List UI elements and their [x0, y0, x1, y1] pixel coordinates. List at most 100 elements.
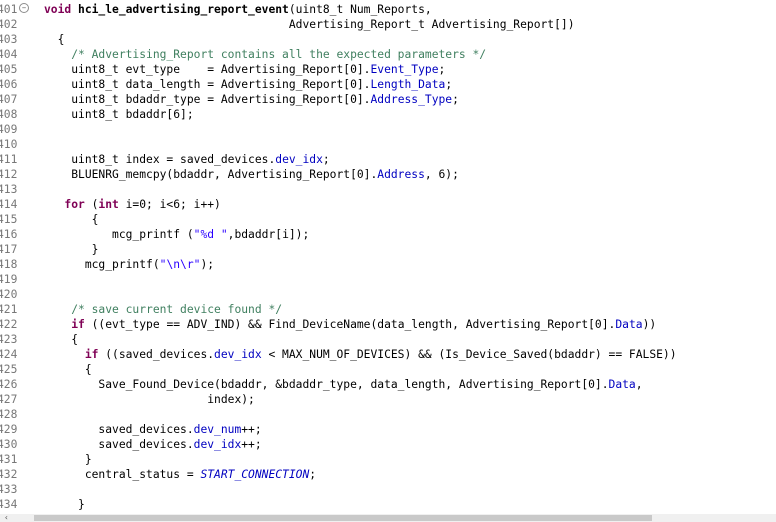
scroll-left-icon[interactable]: ‹ — [4, 514, 18, 522]
code-token: )) — [642, 318, 657, 331]
line-number: 428 — [0, 408, 18, 421]
code-line[interactable]: 411 uint8_t index = saved_devices.dev_id… — [0, 152, 776, 167]
code-text: uint8_t evt_type = Advertising_Report[0]… — [44, 62, 445, 77]
code-line[interactable]: 415 { — [0, 212, 776, 227]
code-line[interactable]: 425 { — [0, 362, 776, 377]
field-token: dev_idx — [193, 438, 242, 451]
code-token: Advertising_Report_t Advertising_Report[… — [288, 18, 575, 31]
code-line[interactable]: 404 /* Advertising_Report contains all t… — [0, 47, 776, 62]
code-text: BLUENRG_memcpy(bdaddr, Advertising_Repor… — [44, 167, 459, 182]
code-text: Save_Found_Device(bdaddr, &bdaddr_type, … — [44, 377, 643, 392]
code-token: (uint8_t Num_Reports, — [288, 3, 432, 16]
comment-token: /* save current device found */ — [71, 303, 283, 316]
code-line[interactable]: 434 } — [0, 497, 776, 512]
code-line[interactable]: 421 /* save current device found */ — [0, 302, 776, 317]
code-token: ,bdaddr[i]); — [227, 228, 310, 241]
code-token: , — [635, 378, 643, 391]
code-token: } — [84, 453, 92, 466]
code-text: { — [44, 212, 99, 227]
code-line[interactable]: 409 — [0, 122, 776, 137]
code-line[interactable]: 430 saved_devices.dev_idx++; — [0, 437, 776, 452]
code-token: uint8_t bdaddr[6]; — [71, 108, 194, 121]
code-line[interactable]: 408 uint8_t bdaddr[6]; — [0, 107, 776, 122]
line-number: 407 — [0, 93, 18, 106]
code-line[interactable]: 413 — [0, 182, 776, 197]
code-line[interactable]: 412 BLUENRG_memcpy(bdaddr, Advertising_R… — [0, 167, 776, 182]
code-line[interactable]: 420 — [0, 287, 776, 302]
code-line[interactable]: 406 uint8_t data_length = Advertising_Re… — [0, 77, 776, 92]
keyword-token: for — [64, 198, 85, 211]
code-line[interactable]: 424 if ((saved_devices.dev_idx < MAX_NUM… — [0, 347, 776, 362]
code-line[interactable]: 410 — [0, 137, 776, 152]
code-line[interactable]: 429 saved_devices.dev_num++; — [0, 422, 776, 437]
code-token: saved_devices. — [98, 438, 194, 451]
code-token: ++; — [241, 438, 262, 451]
code-line[interactable]: 432 central_status = START_CONNECTION; — [0, 467, 776, 482]
line-number: 415 — [0, 213, 18, 226]
horizontal-scrollbar[interactable]: ‹ — [0, 514, 776, 522]
code-token: mcg_printf ( — [112, 228, 194, 241]
code-line[interactable]: 422 if ((evt_type == ADV_IND) && Find_De… — [0, 317, 776, 332]
code-line[interactable]: 419 — [0, 272, 776, 287]
code-line[interactable]: 427 index); — [0, 392, 776, 407]
code-token: uint8_t index = saved_devices. — [71, 153, 276, 166]
code-token: uint8_t evt_type = Advertising_Report[0]… — [71, 63, 371, 76]
keyword-token: if — [71, 318, 85, 331]
line-number: 430 — [0, 438, 18, 451]
code-token: Save_Found_Device(bdaddr, &bdaddr_type, … — [98, 378, 609, 391]
field-token: dev_num — [193, 423, 242, 436]
code-line[interactable]: 417 } — [0, 242, 776, 257]
code-text: /* Advertising_Report contains all the e… — [44, 47, 486, 62]
code-text: saved_devices.dev_num++; — [44, 422, 261, 437]
code-token: index); — [207, 393, 255, 406]
code-line[interactable]: 402 Advertising_Report_t Advertising_Rep… — [0, 17, 776, 32]
field-token: dev_idx — [214, 348, 262, 361]
line-number: 414 — [0, 198, 18, 211]
code-line[interactable]: 414 for (int i=0; i<6; i++) — [0, 197, 776, 212]
code-text: if ((saved_devices.dev_idx < MAX_NUM_OF_… — [44, 347, 677, 362]
line-number: 434 — [0, 498, 18, 511]
line-number: 404 — [0, 48, 18, 61]
code-line[interactable]: 423 { — [0, 332, 776, 347]
scrollbar-thumb[interactable] — [34, 515, 652, 521]
code-token: ; — [309, 468, 317, 481]
code-line[interactable]: 416 mcg_printf ("%d ",bdaddr[i]); — [0, 227, 776, 242]
fold-collapse-icon[interactable]: − — [19, 3, 29, 13]
line-number: 425 — [0, 363, 18, 376]
field-token: dev_idx — [275, 153, 323, 166]
code-line[interactable]: 426 Save_Found_Device(bdaddr, &bdaddr_ty… — [0, 377, 776, 392]
code-editor[interactable]: 401− void hci_le_advertising_report_event… — [0, 0, 776, 514]
code-text: saved_devices.dev_idx++; — [44, 437, 262, 452]
code-line[interactable]: 433 — [0, 482, 776, 497]
code-line[interactable]: 401− void hci_le_advertising_report_event… — [0, 2, 776, 17]
code-line[interactable]: 418 mcg_printf("\n\r"); — [0, 257, 776, 272]
line-number: 405 — [0, 63, 18, 76]
line-number: 409 — [0, 123, 18, 136]
code-token: ((evt_type == ADV_IND) && Find_DeviceNam… — [84, 318, 616, 331]
code-token: ); — [200, 258, 215, 271]
code-line[interactable]: 431 } — [0, 452, 776, 467]
line-number: 418 — [0, 258, 18, 271]
line-number: 423 — [0, 333, 18, 346]
code-line[interactable]: 403 { — [0, 32, 776, 47]
line-number: 403 — [0, 33, 18, 46]
code-line[interactable]: 405 uint8_t evt_type = Advertising_Repor… — [0, 62, 776, 77]
code-line[interactable]: 428 — [0, 407, 776, 422]
code-line[interactable]: 407 uint8_t bdaddr_type = Advertising_Re… — [0, 92, 776, 107]
